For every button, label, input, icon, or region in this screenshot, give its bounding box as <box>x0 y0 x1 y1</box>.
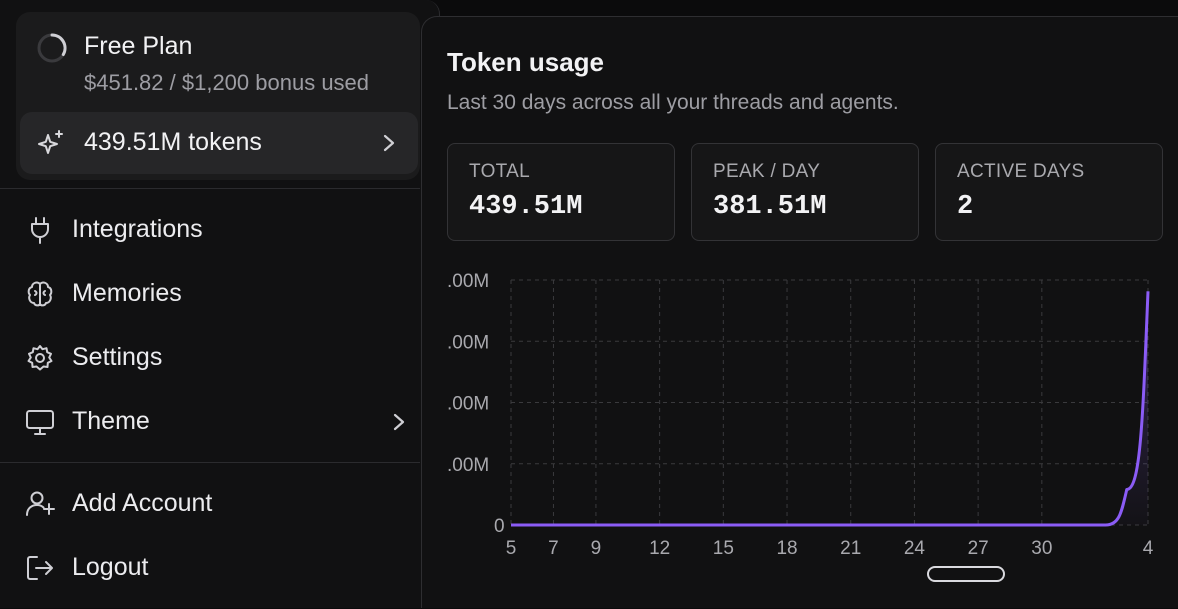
menu-item-integrations[interactable]: Integrations <box>0 202 420 258</box>
panel-subtitle: Last 30 days across all your threads and… <box>447 91 899 114</box>
stat-label: TOTAL <box>469 161 530 182</box>
gear-icon <box>27 345 53 371</box>
chart-range-handle[interactable] <box>927 566 1005 582</box>
token-usage-panel: Token usage Last 30 days across all your… <box>421 16 1178 608</box>
x-tick-label: 30 <box>1031 538 1052 559</box>
stat-peak-day: PEAK / DAY 381.51M <box>691 143 919 241</box>
x-tick-label: 9 <box>591 538 602 559</box>
usage-ring-icon <box>37 33 67 63</box>
y-tick-label: .00M <box>447 271 489 292</box>
menu-item-theme[interactable]: Theme <box>0 394 420 450</box>
user-plus-icon <box>26 491 55 516</box>
brain-icon <box>27 281 53 307</box>
tokens-button[interactable]: 439.51M tokens <box>20 112 418 174</box>
account-menu: Free Plan $451.82 / $1,200 bonus used 43… <box>0 0 440 608</box>
y-tick-label: 0 <box>494 516 505 537</box>
divider <box>0 188 420 189</box>
series-area <box>511 291 1148 525</box>
chevron-right-icon <box>393 413 405 431</box>
plan-card: Free Plan $451.82 / $1,200 bonus used 43… <box>16 12 420 180</box>
x-tick-label: 7 <box>548 538 559 559</box>
x-tick-label: 27 <box>968 538 989 559</box>
menu-item-logout[interactable]: Logout <box>0 540 420 596</box>
stat-value: 381.51M <box>713 192 827 222</box>
x-tick-label: 24 <box>904 538 926 559</box>
x-tick-label: 18 <box>776 538 797 559</box>
sparkles-icon <box>38 130 63 154</box>
panel-title: Token usage <box>447 47 605 77</box>
menu-item-label: Settings <box>72 343 163 371</box>
menu-item-label: Add Account <box>72 489 213 517</box>
y-tick-label: .00M <box>447 455 489 476</box>
x-tick-label: 4 <box>1143 538 1154 559</box>
menu-item-add-account[interactable]: Add Account <box>0 476 420 532</box>
stat-value: 439.51M <box>469 192 583 222</box>
y-tick-label: .00M <box>447 332 489 353</box>
monitor-icon <box>26 410 54 435</box>
menu-item-label: Theme <box>72 407 150 435</box>
x-tick-label: 21 <box>840 538 861 559</box>
divider <box>0 462 420 463</box>
menu-item-label: Memories <box>72 279 182 307</box>
stat-active-days: ACTIVE DAYS 2 <box>935 143 1163 241</box>
stat-value: 2 <box>957 192 974 222</box>
logout-icon <box>27 556 53 580</box>
plug-icon <box>31 217 49 244</box>
x-tick-label: 12 <box>649 538 670 559</box>
stat-total: TOTAL 439.51M <box>447 143 675 241</box>
x-tick-label: 5 <box>506 538 517 559</box>
menu-item-settings[interactable]: Settings <box>0 330 420 386</box>
stat-label: PEAK / DAY <box>713 161 821 182</box>
menu-item-label: Logout <box>72 553 149 581</box>
menu-item-label: Integrations <box>72 215 203 243</box>
menu-item-memories[interactable]: Memories <box>0 266 420 322</box>
plan-name: Free Plan <box>84 32 193 60</box>
tokens-label: 439.51M tokens <box>84 128 262 156</box>
series-line <box>511 291 1150 527</box>
stat-label: ACTIVE DAYS <box>957 161 1085 182</box>
chevron-right-icon <box>383 134 395 152</box>
plan-usage: $451.82 / $1,200 bonus used <box>84 70 370 95</box>
y-tick-label: .00M <box>447 394 489 415</box>
x-tick-label: 15 <box>713 538 734 559</box>
